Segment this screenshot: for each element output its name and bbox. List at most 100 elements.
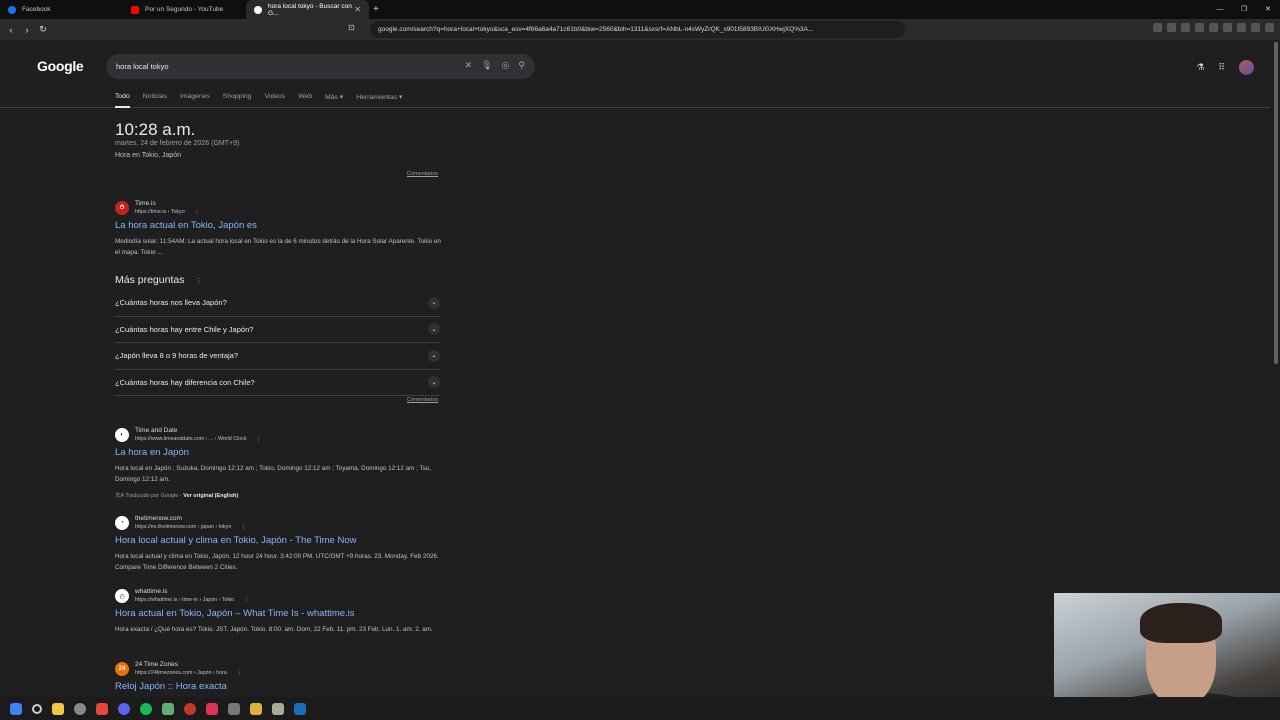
extension-icon[interactable] [1167, 23, 1176, 32]
chevron-down-icon[interactable]: ⌄ [428, 323, 440, 336]
menu-icon[interactable] [1265, 23, 1274, 32]
app-icon[interactable] [206, 702, 218, 715]
search-box[interactable]: hora local tokyo ✕ 🎙︎ ◎ ⚲ [106, 54, 535, 79]
paa-question[interactable]: ¿Cuántas horas nos lleva Japón? ⌄ [115, 290, 440, 317]
scrollbar-thumb[interactable] [1274, 42, 1278, 364]
timeanddate-icon: ◐ [115, 428, 129, 442]
minimize-button[interactable]: — [1208, 0, 1232, 19]
extension-icon[interactable] [1223, 23, 1232, 32]
youtube-icon [131, 5, 139, 14]
forward-icon[interactable]: › [19, 25, 35, 35]
close-tab-icon[interactable]: ✕ [354, 5, 361, 14]
extension-icon[interactable] [1237, 23, 1246, 32]
extension-icon[interactable] [1153, 23, 1162, 32]
feedback-link[interactable]: Comentarios [407, 171, 438, 177]
paa-question[interactable]: ¿Japón lleva 8 o 9 horas de ventaja? ⌄ [115, 343, 440, 370]
result-url: https://time.is › Tokyo ⋮ [135, 209, 200, 215]
tab-mas[interactable]: Más ▾ [325, 93, 343, 108]
avatar[interactable] [1239, 60, 1254, 75]
app-icon[interactable] [162, 702, 174, 715]
paa-question[interactable]: ¿Cuántas horas hay entre Chile y Japón? ⌄ [115, 317, 440, 343]
result-title-link[interactable]: La hora actual en Tokio, Japón es [115, 220, 257, 231]
app-icon[interactable] [272, 702, 284, 715]
apps-grid-icon[interactable]: ⠿ [1218, 62, 1225, 73]
24timezones-icon: 24 [115, 662, 129, 676]
whattime-icon: ◴ [115, 589, 129, 603]
spotify-icon[interactable] [140, 702, 152, 715]
result-title-link[interactable]: Hora local actual y clima en Tokio, Japó… [115, 535, 356, 546]
result-site: thetimenow.com [135, 515, 182, 522]
google-icon [254, 5, 262, 14]
result-url: https://24timezones.com › Japón › hora ⋮ [135, 670, 242, 676]
address-bar[interactable]: google.com/search?q=hora+local+tokyo&sca… [370, 21, 905, 38]
tab-label: Facebook [22, 6, 51, 13]
extension-icon[interactable] [1181, 23, 1190, 32]
start-icon[interactable] [10, 702, 22, 715]
translated-note: 文A Traducido por Google · Ver original (… [115, 493, 239, 499]
browser-tab-youtube[interactable]: Por un Segundo - YouTube [123, 0, 246, 19]
new-tab-button[interactable]: + [373, 4, 379, 15]
result-title-link[interactable]: Reloj Japón :: Hora exacta [115, 681, 227, 692]
header-right: ⚗ ⠿ [1196, 60, 1254, 75]
tab-web[interactable]: Web [298, 93, 312, 108]
more-options-icon[interactable]: ⋮ [241, 524, 246, 530]
search-input[interactable]: hora local tokyo [116, 62, 169, 71]
back-icon[interactable]: ‹ [3, 25, 19, 35]
app-icon[interactable] [250, 702, 262, 715]
window-controls: — ❐ ✕ [1208, 0, 1280, 19]
app-icon[interactable] [74, 702, 86, 715]
labs-icon[interactable]: ⚗ [1196, 62, 1204, 73]
facebook-icon [8, 5, 16, 14]
bookmark-icon[interactable]: ⊡ [348, 23, 355, 32]
tab-videos[interactable]: Videos [265, 93, 286, 108]
paa-question-text: ¿Cuántas horas hay diferencia con Chile? [115, 377, 255, 387]
clear-icon[interactable]: ✕ [465, 60, 473, 71]
tab-herramientas[interactable]: Herramientas ▾ [356, 93, 402, 108]
reload-icon[interactable]: ↻ [35, 24, 51, 35]
extension-icons [1153, 23, 1274, 32]
browser-tab-google[interactable]: hora local tokyo - Buscar con G... ✕ [246, 0, 369, 19]
chevron-down-icon[interactable]: ⌄ [428, 349, 440, 362]
more-options-icon[interactable]: ⋮ [236, 670, 241, 676]
steam-icon[interactable] [294, 702, 306, 715]
more-options-icon[interactable]: ⋮ [256, 436, 261, 442]
extension-icon[interactable] [1251, 23, 1260, 32]
search-icon[interactable]: ⚲ [518, 60, 525, 71]
google-logo[interactable]: Google [37, 58, 84, 74]
tab-todo[interactable]: Todo [115, 93, 130, 108]
result-url: https://www.timeanddate.com › ... › Worl… [135, 436, 262, 442]
more-options-icon[interactable]: ⋮ [244, 597, 249, 603]
tab-shopping[interactable]: Shopping [223, 93, 252, 108]
chevron-down-icon[interactable]: ⌄ [428, 296, 440, 309]
result-site: Time.is [135, 200, 156, 207]
view-original-link[interactable]: Ver original (English) [183, 493, 238, 499]
search-icon[interactable] [32, 703, 42, 714]
google-header: Google hora local tokyo ✕ 🎙︎ ◎ ⚲ ⚗ ⠿ Tod… [0, 40, 1270, 108]
browser-tab-facebook[interactable]: Facebook [0, 0, 123, 19]
extension-icon[interactable] [1209, 23, 1218, 32]
result-title-link[interactable]: La hora en Japón [115, 447, 189, 458]
browser-icon[interactable] [96, 702, 108, 715]
tab-imagenes[interactable]: Imágenes [180, 93, 210, 108]
maximize-button[interactable]: ❐ [1232, 0, 1256, 19]
more-options-icon[interactable]: ⋮ [194, 209, 199, 215]
app-icon[interactable] [184, 702, 196, 715]
result-title-link[interactable]: Hora actual en Tokio, Japón – What Time … [115, 608, 355, 619]
more-options-icon[interactable]: ⋮ [195, 278, 202, 285]
folder-icon[interactable] [52, 702, 64, 715]
result-url: https://es.thetimenow.com › japan › toky… [135, 524, 247, 530]
paa-question[interactable]: ¿Cuántas horas hay diferencia con Chile?… [115, 370, 440, 396]
discord-icon[interactable] [118, 702, 130, 715]
close-window-button[interactable]: ✕ [1256, 0, 1280, 19]
camera-icon[interactable]: ◎ [502, 60, 510, 71]
clock-time: 10:28 a.m. [115, 120, 196, 139]
extension-icon[interactable] [1195, 23, 1204, 32]
app-icon[interactable] [228, 702, 240, 715]
paa-list: ¿Cuántas horas nos lleva Japón? ⌄ ¿Cuánta… [115, 290, 440, 396]
chevron-down-icon[interactable]: ⌄ [428, 376, 440, 389]
result-site: 24 Time Zones [135, 661, 178, 668]
microphone-icon[interactable]: 🎙︎ [481, 60, 492, 71]
browser-tab-bar: Facebook Por un Segundo - YouTube hora l… [0, 0, 1280, 19]
feedback-link[interactable]: Comentarios [407, 397, 438, 403]
tab-noticias[interactable]: Noticias [143, 93, 167, 108]
